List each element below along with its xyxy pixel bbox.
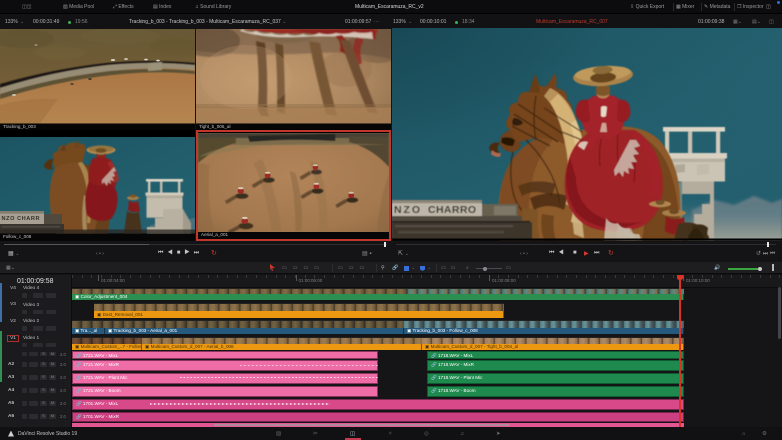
svg-text:CHARRO: CHARRO (428, 204, 476, 216)
svg-text:NZO CHARR: NZO CHARR (2, 216, 40, 222)
svg-text:NZO: NZO (394, 204, 420, 216)
